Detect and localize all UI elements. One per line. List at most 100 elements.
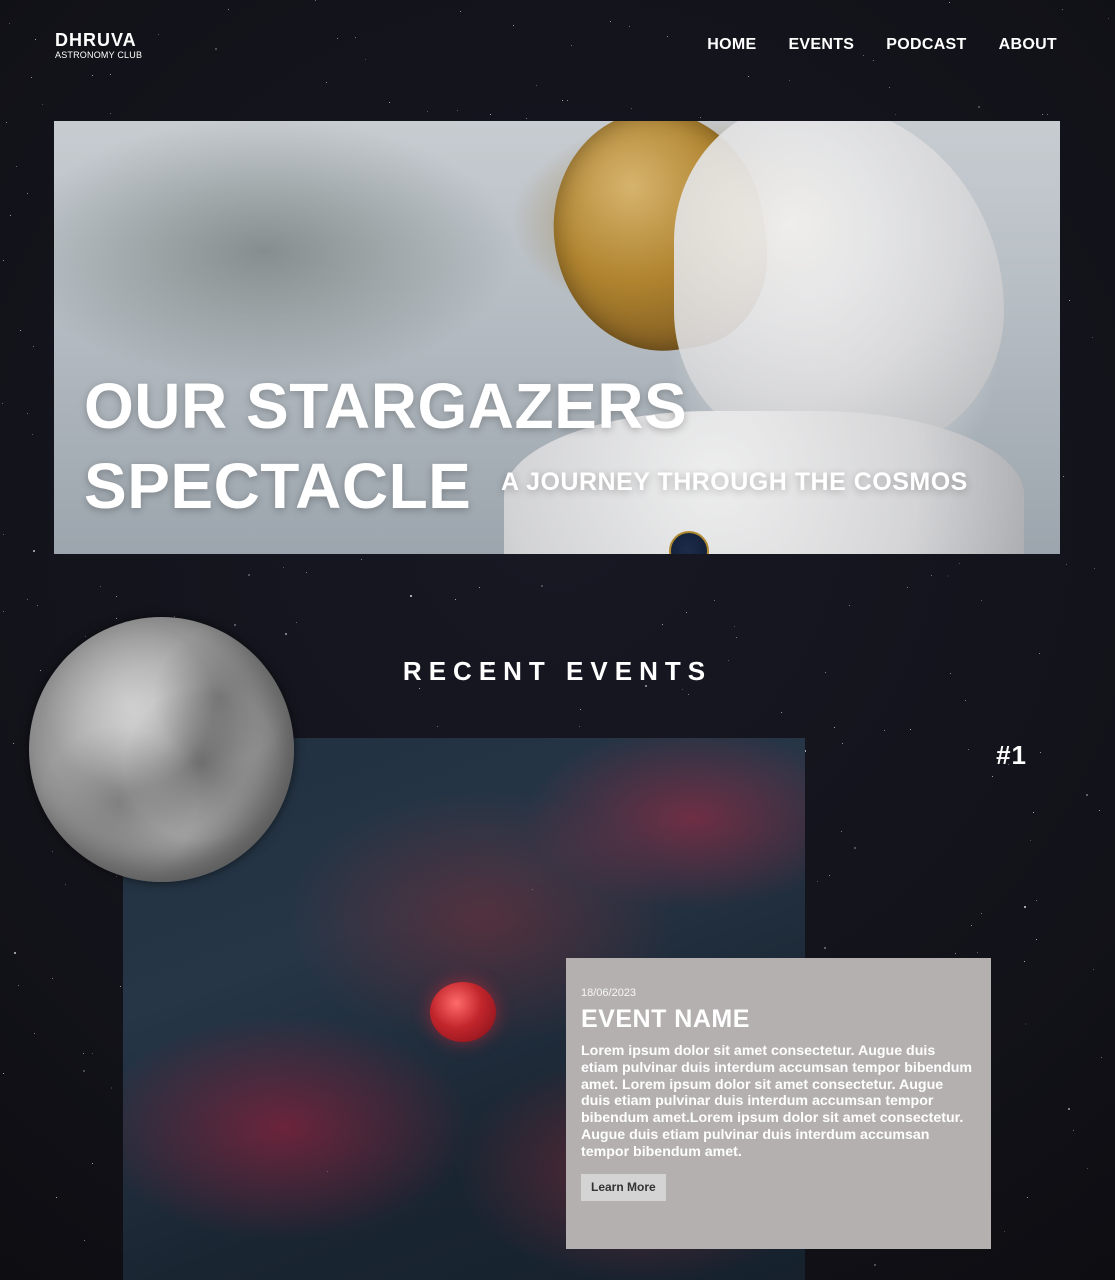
- star-dot: [478, 587, 480, 589]
- star-dot: [781, 712, 783, 714]
- hero-banner: OUR STARGAZERS SPECTACLE A JOURNEY THROU…: [54, 121, 1060, 554]
- star-dot: [285, 633, 288, 636]
- star-dot: [360, 558, 362, 560]
- learn-more-button[interactable]: Learn More: [581, 1174, 666, 1202]
- star-dot: [512, 25, 514, 27]
- star-dot: [965, 699, 967, 701]
- star-dot: [30, 77, 32, 79]
- star-dot: [10, 215, 12, 217]
- star-dot: [977, 105, 980, 108]
- star-dot: [699, 116, 701, 118]
- nav-item-podcast[interactable]: PODCAST: [886, 36, 966, 54]
- star-dot: [1094, 568, 1096, 570]
- star-dot: [666, 35, 668, 37]
- star-dot: [120, 985, 122, 987]
- star-dot: [52, 851, 54, 853]
- event-number: #1: [996, 740, 1027, 770]
- star-dot: [16, 165, 18, 167]
- star-dot: [215, 47, 218, 50]
- star-dot: [579, 709, 581, 711]
- star-dot: [906, 586, 908, 588]
- star-dot: [457, 109, 459, 111]
- hero-title: OUR STARGAZERS SPECTACLE: [84, 366, 687, 526]
- star-dot: [630, 108, 632, 110]
- star-dot: [853, 847, 856, 850]
- star-dot: [14, 951, 17, 954]
- star-dot: [173, 615, 175, 617]
- main-nav: HOME EVENTS PODCAST ABOUT: [707, 36, 1057, 54]
- star-dot: [824, 947, 827, 950]
- star-dot: [409, 595, 412, 598]
- star-dot: [3, 259, 5, 261]
- star-dot: [579, 725, 581, 727]
- star-dot: [981, 600, 983, 602]
- star-dot: [873, 60, 875, 62]
- event-name: EVENT NAME: [581, 1005, 750, 1033]
- star-dot: [33, 346, 35, 348]
- star-dot: [874, 1263, 877, 1266]
- star-dot: [460, 10, 462, 12]
- nav-item-about[interactable]: ABOUT: [999, 36, 1057, 54]
- star-dot: [388, 101, 390, 103]
- brand-logo[interactable]: DHRUVA ASTRONOMY CLUB: [55, 31, 142, 60]
- hero-title-line-2: SPECTACLE: [84, 450, 472, 522]
- star-dot: [833, 726, 835, 728]
- star-dot: [37, 604, 39, 606]
- star-dot: [981, 913, 983, 915]
- star-dot: [848, 605, 850, 607]
- star-dot: [910, 729, 912, 731]
- star-dot: [1069, 299, 1071, 301]
- star-dot: [158, 33, 160, 35]
- star-dot: [817, 881, 819, 883]
- star-dot: [83, 1053, 85, 1055]
- star-dot: [282, 567, 284, 569]
- hero-title-line-1: OUR STARGAZERS: [84, 370, 688, 442]
- star-dot: [295, 621, 297, 623]
- nav-item-events[interactable]: EVENTS: [788, 36, 854, 54]
- star-dot: [64, 883, 66, 885]
- star-dot: [1068, 1107, 1071, 1110]
- red-planet-image: [430, 982, 496, 1042]
- star-dot: [364, 58, 366, 60]
- star-dot: [863, 55, 865, 57]
- star-dot: [110, 74, 111, 76]
- star-dot: [1004, 1231, 1006, 1233]
- star-dot: [536, 84, 538, 86]
- star-dot: [12, 742, 14, 744]
- star-dot: [2, 402, 4, 404]
- star-dot: [27, 192, 29, 194]
- star-dot: [526, 118, 528, 120]
- star-dot: [562, 100, 564, 102]
- star-dot: [736, 637, 738, 639]
- astronaut-hood-image: [674, 121, 1004, 451]
- star-dot: [977, 952, 979, 954]
- star-dot: [33, 549, 36, 552]
- star-dot: [116, 876, 118, 878]
- event-date: 18/06/2023: [581, 987, 637, 999]
- star-dot: [1073, 1129, 1075, 1131]
- star-dot: [31, 434, 33, 436]
- star-dot: [713, 599, 715, 601]
- star-dot: [1023, 961, 1025, 963]
- star-dot: [681, 688, 683, 690]
- star-dot: [540, 584, 543, 587]
- star-dot: [228, 8, 230, 10]
- star-dot: [948, 2, 950, 4]
- star-dot: [748, 76, 750, 78]
- brand-subtitle: ASTRONOMY CLUB: [55, 50, 143, 60]
- nav-item-home[interactable]: HOME: [707, 36, 756, 54]
- star-dot: [33, 1033, 35, 1035]
- star-dot: [1062, 476, 1064, 477]
- star-dot: [99, 585, 101, 587]
- star-dot: [566, 99, 568, 101]
- star-dot: [41, 104, 43, 106]
- star-dot: [83, 1240, 85, 1242]
- star-dot: [1035, 900, 1037, 902]
- star-dot: [685, 611, 687, 613]
- star-dot: [116, 617, 118, 619]
- star-dot: [1066, 563, 1068, 565]
- star-dot: [489, 114, 491, 116]
- star-dot: [20, 330, 22, 332]
- star-dot: [5, 122, 7, 124]
- star-dot: [1061, 8, 1063, 10]
